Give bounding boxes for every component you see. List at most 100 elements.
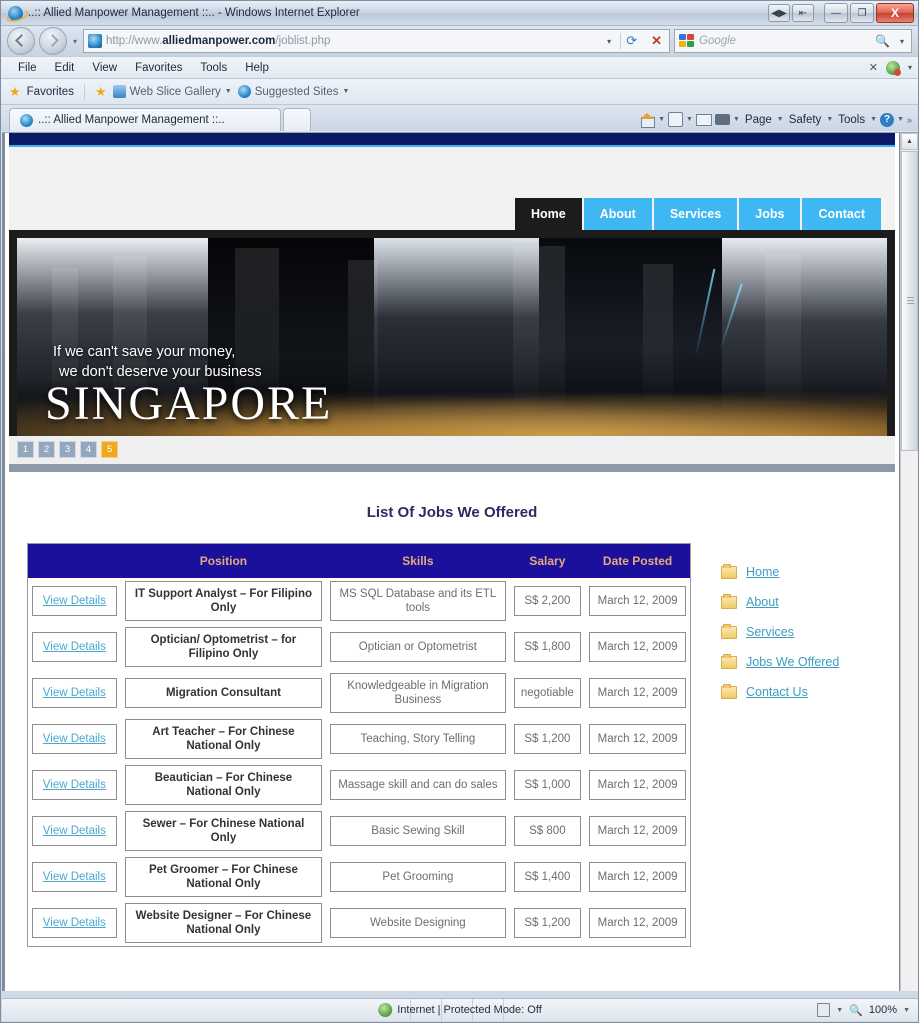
print-chevron-down-icon[interactable]: ▼ [733, 116, 740, 123]
cell-date-posted: March 12, 2009 [585, 762, 690, 808]
address-input[interactable]: http://www.alliedmanpower.com/joblist.ph… [106, 35, 598, 47]
refresh-icon[interactable]: ⟳ [620, 33, 642, 49]
sidebar-link-about[interactable]: About [746, 595, 779, 609]
menu-item-favorites[interactable]: Favorites [126, 60, 191, 76]
read-mail-icon[interactable] [695, 113, 712, 126]
nav-item-home[interactable]: Home [515, 198, 582, 230]
slider-page-1[interactable]: 1 [17, 441, 34, 458]
zone-chevron-down-icon[interactable]: ▼ [836, 1007, 843, 1014]
view-details-link[interactable]: View Details [43, 917, 106, 929]
tools-menu-button[interactable]: Tools [836, 114, 867, 126]
page-chevron-down-icon[interactable]: ▼ [777, 116, 784, 123]
new-tab-button[interactable] [283, 108, 311, 131]
sidebar-item-contact-us[interactable]: Contact Us [721, 683, 895, 699]
web-slice-gallery-item[interactable]: Web Slice Gallery ▼ [112, 85, 232, 98]
skills-text: Massage skill and can do sales [330, 770, 506, 800]
stop-icon[interactable]: ✕ [646, 33, 667, 49]
search-input[interactable]: Google [699, 35, 870, 47]
add-to-favorites-bar-icon[interactable]: ★ [95, 84, 107, 100]
nav-item-about[interactable]: About [583, 198, 652, 230]
sidebar-item-home[interactable]: Home [721, 563, 895, 579]
menu-item-help[interactable]: Help [236, 60, 278, 76]
back-button[interactable] [7, 27, 35, 55]
feeds-chevron-down-icon[interactable]: ▼ [686, 116, 693, 123]
search-provider-chevron-icon[interactable]: ▾ [895, 37, 909, 46]
nav-item-services[interactable]: Services [653, 198, 738, 230]
column-header-blank [28, 544, 121, 578]
sidebar-link-services[interactable]: Services [746, 625, 794, 639]
page-viewport: Home About Services Jobs Contact If we c… [2, 132, 918, 991]
scroll-up-button[interactable]: ▲ [901, 133, 918, 150]
slider-page-3[interactable]: 3 [59, 441, 76, 458]
address-bar[interactable]: http://www.alliedmanpower.com/joblist.ph… [83, 29, 670, 53]
scrollbar-thumb[interactable] [901, 151, 918, 451]
recent-pages-chevron-icon[interactable]: ▾ [73, 37, 77, 46]
browser-tab-allied-manpower[interactable]: ..:: Allied Manpower Management ::.. [9, 108, 281, 131]
safety-chevron-down-icon[interactable]: ▼ [826, 116, 833, 123]
sidebar-item-jobs-we-offered[interactable]: Jobs We Offered [721, 653, 895, 669]
previous-tab-button[interactable]: ⇤ [792, 4, 814, 22]
zoom-chevron-down-icon[interactable]: ▼ [903, 1007, 910, 1014]
page-scrollbar-vertical[interactable]: ▲ [900, 133, 918, 991]
slider-page-4[interactable]: 4 [80, 441, 97, 458]
skills-text: Optician or Optometrist [330, 632, 506, 662]
close-button[interactable]: X [876, 3, 914, 23]
column-header-position: Position [120, 544, 327, 578]
salary-text: S$ 1,400 [513, 862, 582, 892]
security-zone[interactable]: Internet | Protected Mode: Off [378, 1003, 542, 1017]
addon-globe-icon[interactable] [885, 60, 901, 76]
view-details-link[interactable]: View Details [43, 595, 106, 607]
nav-item-jobs[interactable]: Jobs [739, 198, 801, 230]
search-box[interactable]: Google 🔍 ▾ [674, 29, 912, 53]
restore-down-button[interactable]: ◀▶ [768, 4, 790, 22]
help-icon[interactable]: ? [880, 112, 895, 127]
print-icon[interactable] [714, 114, 730, 125]
suggested-sites-item[interactable]: Suggested Sites ▼ [237, 85, 349, 98]
search-icon[interactable]: 🔍 [875, 34, 890, 48]
minimize-button[interactable]: — [824, 3, 848, 23]
tab-favicon-icon [20, 113, 33, 127]
page-menu-button[interactable]: Page [743, 114, 774, 126]
forward-button[interactable] [39, 27, 67, 55]
sidebar-link-contact-us[interactable]: Contact Us [746, 685, 808, 699]
table-row: View Details IT Support Analyst – For Fil… [28, 578, 690, 624]
salary-text: S$ 1,200 [513, 724, 582, 754]
view-details-link[interactable]: View Details [43, 825, 106, 837]
safety-menu-button[interactable]: Safety [787, 114, 824, 126]
home-chevron-down-icon[interactable]: ▼ [658, 116, 665, 123]
toolbar-overflow-chevron-icon[interactable]: ▾ [908, 63, 912, 72]
cell-position: Optician/ Optometrist – for Filipino Onl… [121, 624, 327, 670]
address-dropdown-icon[interactable]: ▾ [602, 37, 616, 46]
favorites-label[interactable]: Favorites [27, 86, 74, 98]
sidebar-link-jobs-we-offered[interactable]: Jobs We Offered [746, 655, 839, 669]
help-chevron-down-icon[interactable]: ▼ [897, 116, 904, 123]
view-details-link[interactable]: View Details [43, 779, 106, 791]
view-details-link[interactable]: View Details [43, 687, 106, 699]
menu-bar-right-group: ✕ ▾ [869, 60, 912, 76]
slider-page-5[interactable]: 5 [101, 441, 118, 458]
view-details-link[interactable]: View Details [43, 641, 106, 653]
hero-banner: If we can't save your money, we don't de… [17, 238, 887, 436]
favorites-star-icon[interactable]: ★ [9, 84, 21, 100]
sidebar-item-services[interactable]: Services [721, 623, 895, 639]
sidebar-item-about[interactable]: About [721, 593, 895, 609]
maximize-button[interactable]: ❐ [850, 3, 874, 23]
zoom-level-label[interactable]: 100% [869, 1004, 897, 1016]
rss-feeds-icon[interactable] [668, 112, 684, 127]
command-bar-overflow-icon[interactable]: » [907, 115, 912, 125]
sidebar-link-home[interactable]: Home [746, 565, 779, 579]
close-toolbar-icon[interactable]: ✕ [869, 61, 878, 74]
home-icon[interactable] [640, 113, 656, 128]
tools-chevron-down-icon[interactable]: ▼ [870, 116, 877, 123]
view-details-link[interactable]: View Details [43, 871, 106, 883]
menu-item-view[interactable]: View [83, 60, 126, 76]
zoom-icon[interactable]: 🔍 [849, 1004, 863, 1017]
slider-page-2[interactable]: 2 [38, 441, 55, 458]
view-details-link[interactable]: View Details [43, 733, 106, 745]
jobs-table-header-row: Position Skills Salary Date Posted [28, 544, 690, 578]
cell-position: Pet Groomer – For Chinese National Only [121, 854, 327, 900]
nav-item-contact[interactable]: Contact [802, 198, 881, 230]
menu-item-edit[interactable]: Edit [46, 60, 84, 76]
menu-item-file[interactable]: File [9, 60, 46, 76]
menu-item-tools[interactable]: Tools [191, 60, 236, 76]
